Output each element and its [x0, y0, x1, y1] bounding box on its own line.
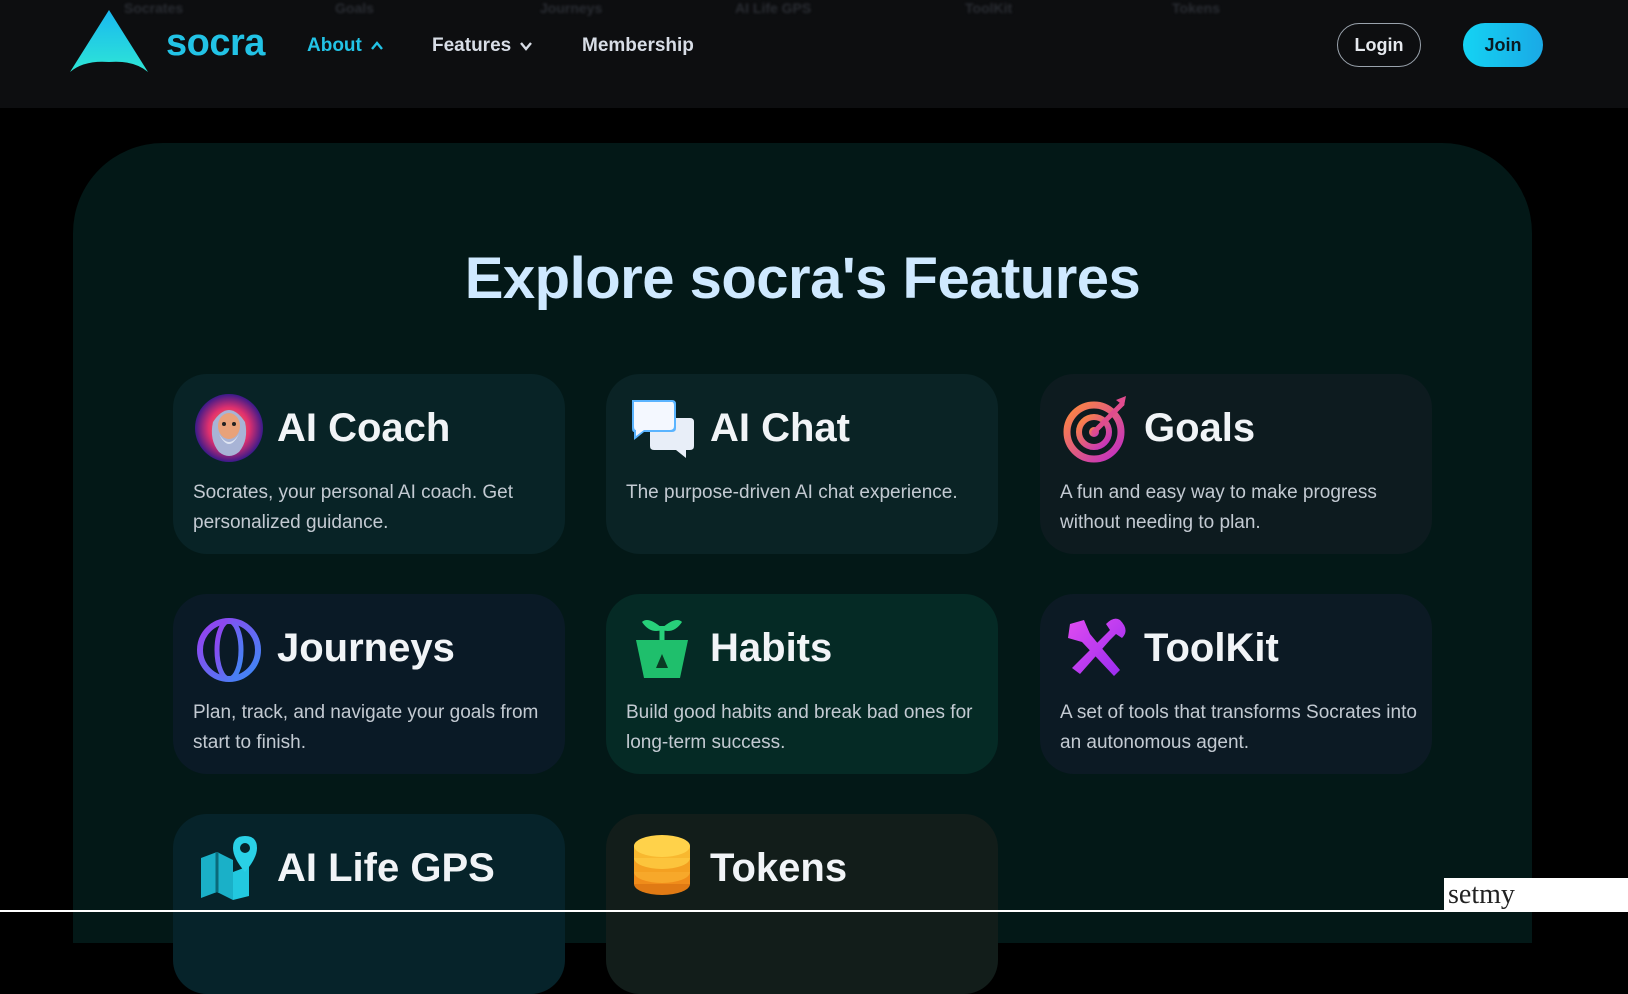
ghost-link[interactable]: Goals	[335, 0, 374, 16]
card-description: The purpose-driven AI chat experience.	[626, 482, 958, 503]
target-icon	[1063, 396, 1126, 463]
coin-stack-icon	[634, 835, 690, 895]
sprout-pot-icon	[636, 620, 688, 678]
card-description: Build good habits and break bad ones for…	[626, 702, 973, 753]
nav-membership-label: Membership	[582, 35, 694, 56]
brand-name[interactable]: socra	[166, 22, 265, 65]
ghost-link[interactable]: ToolKit	[965, 0, 1012, 16]
card-description: A fun and easy way to make progress with…	[1060, 482, 1377, 533]
feature-card-ai-coach[interactable]: AI Coach Socrates, your personal AI coac…	[173, 374, 565, 554]
feature-card-ai-chat[interactable]: AI Chat The purpose-driven AI chat exper…	[606, 374, 998, 554]
feature-card-habits[interactable]: Habits Build good habits and break bad o…	[606, 594, 998, 774]
card-title: AI Coach	[277, 406, 451, 450]
join-button[interactable]: Join	[1463, 23, 1543, 67]
top-navbar: Socrates Goals Journeys AI Life GPS Tool…	[0, 0, 1628, 108]
feature-card-tokens[interactable]: Tokens	[606, 814, 998, 994]
globe-icon	[197, 618, 261, 682]
feature-card-journeys[interactable]: Journeys Plan, track, and navigate your …	[173, 594, 565, 774]
login-button[interactable]: Login	[1337, 23, 1421, 67]
watermark-text: setmy	[1444, 878, 1628, 912]
feature-card-ai-life-gps[interactable]: AI Life GPS	[173, 814, 565, 994]
page-title: Explore socra's Features	[464, 246, 1141, 311]
nav-features[interactable]: Features	[432, 35, 533, 57]
ghost-link[interactable]: AI Life GPS	[735, 0, 811, 16]
ghost-link[interactable]: Tokens	[1172, 0, 1220, 16]
map-pin-icon	[201, 836, 257, 900]
card-description: A set of tools that transforms Socrates …	[1060, 702, 1417, 753]
socra-logo-icon[interactable]	[68, 8, 150, 74]
nav-about-label: About	[307, 35, 362, 56]
card-description: Socrates, your personal AI coach. Get pe…	[193, 482, 514, 533]
card-title: Habits	[710, 626, 833, 670]
crossed-tools-icon	[1068, 618, 1126, 676]
card-title: Goals	[1144, 406, 1256, 450]
card-title: AI Life GPS	[277, 846, 495, 890]
chevron-up-icon	[370, 41, 383, 50]
card-title: Journeys	[277, 626, 455, 670]
nav-features-label: Features	[432, 35, 512, 56]
feature-card-goals[interactable]: Goals A fun and easy way to make progres…	[1040, 374, 1432, 554]
nav-membership[interactable]: Membership	[582, 35, 694, 57]
card-title: Tokens	[710, 846, 848, 890]
card-description: Plan, track, and navigate your goals fro…	[193, 702, 539, 753]
card-title: AI Chat	[710, 406, 850, 450]
socrates-avatar-icon	[195, 394, 263, 462]
chat-bubbles-icon	[632, 400, 694, 458]
chevron-down-icon	[520, 42, 533, 51]
nav-about[interactable]: About	[307, 35, 384, 57]
ghost-link[interactable]: Journeys	[540, 0, 602, 16]
feature-card-toolkit[interactable]: ToolKit A set of tools that transforms S…	[1040, 594, 1432, 774]
card-title: ToolKit	[1144, 626, 1279, 670]
ghost-nav-links: Socrates Goals Journeys AI Life GPS Tool…	[0, 0, 1628, 18]
